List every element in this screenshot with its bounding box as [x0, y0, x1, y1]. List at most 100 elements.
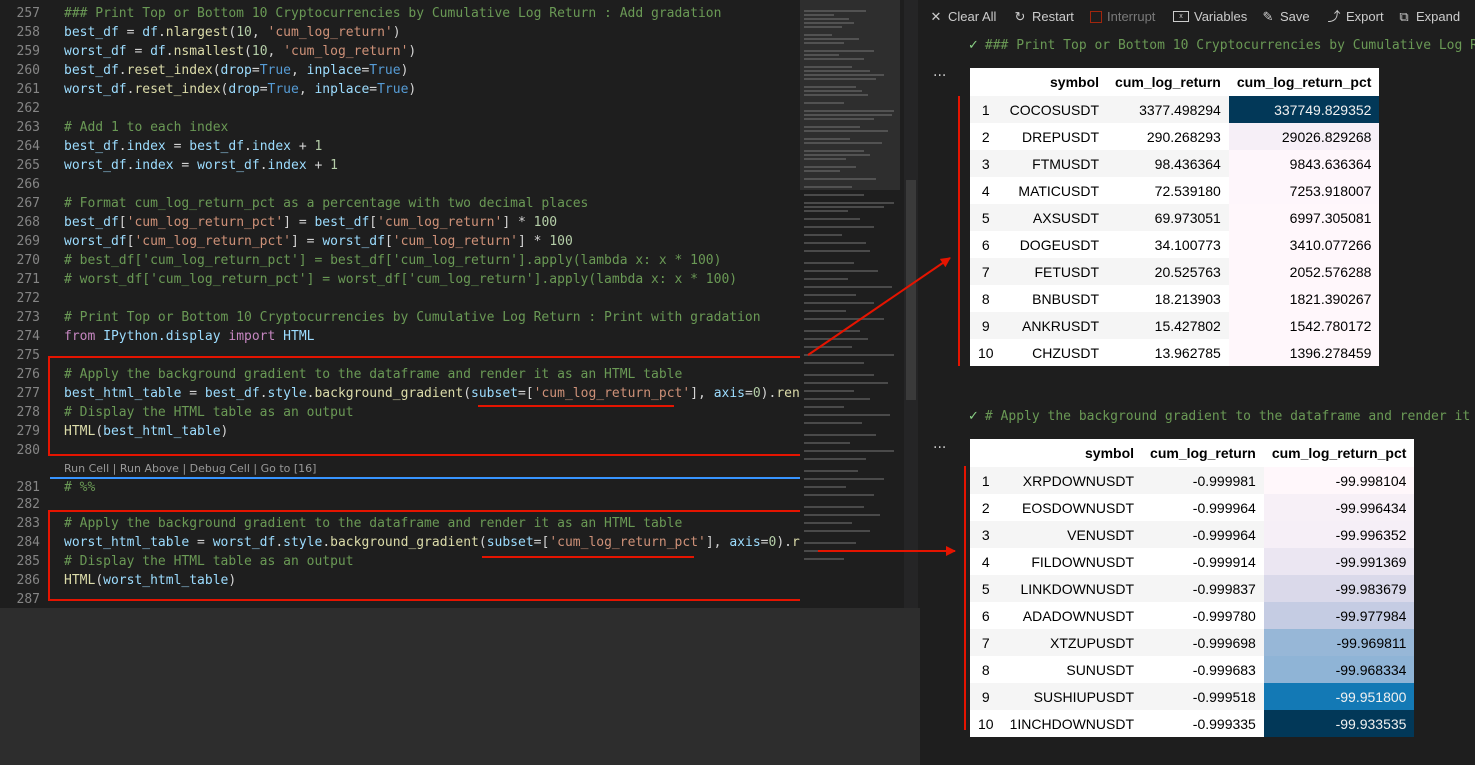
row-index: 7	[981, 263, 990, 280]
interactive-toolbar: ✕ Clear All ↻ Restart Interrupt x Variables…	[920, 0, 1475, 34]
column-header: cum_log_return	[1150, 445, 1256, 461]
cell-more-actions-icon[interactable]: ···	[933, 68, 946, 84]
symbol-cell: FTMUSDT	[1032, 155, 1100, 172]
code-line-260[interactable]: best_df.reset_index(drop=True, inplace=T…	[64, 61, 408, 80]
line-number: 276	[16, 367, 40, 382]
cum-log-return-cell: -0.999964	[1192, 499, 1256, 516]
minimap-slider[interactable]	[800, 0, 900, 190]
codelens-run-cell[interactable]: Run Cell | Run Above | Debug Cell | Go t…	[64, 462, 316, 475]
code-line-258[interactable]: best_df = df.nlargest(10, 'cum_log_retur…	[64, 23, 401, 42]
table-row: 3 VENUSDT -0.999964 -99.996352	[970, 521, 1415, 548]
success-check-icon: ✓	[968, 38, 979, 53]
minimap-line	[804, 558, 844, 560]
cum-log-return-cell: -0.999914	[1192, 553, 1256, 570]
minimap-line	[804, 422, 862, 424]
table-row: 10 CHZUSDT 13.962785 1396.278459	[970, 339, 1380, 366]
cum-log-return-pct-cell: -99.977984	[1263, 602, 1415, 629]
minimap-line	[804, 262, 854, 264]
cum-log-return-pct-cell: -99.969811	[1263, 629, 1415, 656]
code-line-269[interactable]: worst_df['cum_log_return_pct'] = worst_d…	[64, 232, 573, 251]
cell-header-best[interactable]: ✓ ### Print Top or Bottom 10 Cryptocurren…	[968, 38, 1475, 53]
minimap-line	[804, 450, 894, 452]
cell-more-actions-icon[interactable]: ···	[933, 440, 946, 456]
code-line-273[interactable]: # Print Top or Bottom 10 Cryptocurrencie…	[64, 308, 761, 327]
line-number: 263	[16, 120, 40, 135]
code-editor[interactable]: 257 258 259 260 261 262 263 264 265 266 267 268 269 2…	[0, 0, 800, 608]
symbol-cell: ANKRUSDT	[1022, 317, 1100, 334]
minimap-line	[804, 382, 888, 384]
minimap-line	[804, 550, 888, 552]
symbol-cell: 1INCHDOWNUSDT	[1009, 715, 1135, 732]
minimap-line	[804, 278, 848, 280]
restart-button[interactable]: ↻ Restart	[1013, 9, 1074, 24]
row-index: 10	[978, 344, 994, 361]
clear-all-button[interactable]: ✕ Clear All	[929, 9, 997, 24]
code-line-257[interactable]: ### Print Top or Bottom 10 Cryptocurrenc…	[64, 4, 721, 23]
variables-button[interactable]: x Variables	[1173, 9, 1247, 24]
cum-log-return-cell: -0.999780	[1192, 607, 1256, 624]
code-line-259[interactable]: worst_df = df.nsmallest(10, 'cum_log_ret…	[64, 42, 416, 61]
minimap-line	[804, 330, 860, 332]
symbol-cell: MATICUSDT	[1018, 182, 1100, 199]
code-line-270[interactable]: # best_df['cum_log_return_pct'] = best_d…	[64, 251, 721, 270]
row-index: 5	[981, 580, 990, 597]
cum-log-return-pct-cell: 6997.305081	[1228, 204, 1380, 231]
save-button[interactable]: ✎ Save	[1261, 9, 1310, 24]
minimap-line	[804, 310, 846, 312]
expand-icon: ⧉	[1399, 8, 1409, 24]
cum-log-return-cell: 13.962785	[1154, 344, 1221, 361]
cum-log-return-pct-cell: -99.968334	[1263, 656, 1415, 683]
table-row: 2 EOSDOWNUSDT -0.999964 -99.996434	[970, 494, 1415, 521]
row-index: 2	[981, 128, 990, 145]
minimap-line	[804, 242, 866, 244]
cum-log-return-cell: 98.436364	[1154, 155, 1221, 172]
code-line-267[interactable]: # Format cum_log_return_pct as a percent…	[64, 194, 588, 213]
code-line-268[interactable]: best_df['cum_log_return_pct'] = best_df[…	[64, 213, 557, 232]
symbol-cell: DOGEUSDT	[1019, 236, 1100, 253]
code-line-264[interactable]: best_df.index = best_df.index + 1	[64, 137, 322, 156]
line-number: 268	[16, 215, 40, 230]
minimap-line	[804, 250, 870, 252]
success-check-icon: ✓	[968, 409, 979, 424]
column-header: symbol	[1050, 74, 1100, 90]
code-line-274[interactable]: from IPython.display import HTML	[64, 327, 314, 346]
export-button[interactable]: ⤴ Export	[1327, 8, 1383, 24]
table-row: 10 1INCHDOWNUSDT -0.999335 -99.933535	[970, 710, 1415, 737]
code-line-265[interactable]: worst_df.index = worst_df.index + 1	[64, 156, 338, 175]
export-icon: ⤴	[1327, 8, 1341, 24]
row-index: 4	[981, 553, 990, 570]
code-line-271[interactable]: # worst_df['cum_log_return_pct'] = worst…	[64, 270, 737, 289]
line-number: 282	[16, 497, 40, 512]
code-line-263[interactable]: # Add 1 to each index	[64, 118, 228, 137]
table-row: 2 DREPUSDT 290.268293 29026.829268	[970, 123, 1380, 150]
symbol-cell: CHZUSDT	[1032, 344, 1100, 361]
code-line-261[interactable]: worst_df.reset_index(drop=True, inplace=…	[64, 80, 416, 99]
code-line-281[interactable]: # %%	[64, 478, 95, 497]
minimap-line	[804, 202, 894, 204]
row-index: 3	[981, 155, 990, 172]
cell-header-worst[interactable]: ✓ # Apply the background gradient to the …	[968, 409, 1470, 424]
row-index: 10	[978, 715, 994, 732]
interrupt-button[interactable]: Interrupt	[1090, 9, 1155, 24]
minimap-line	[804, 346, 852, 348]
cum-log-return-pct-cell: -99.991369	[1263, 548, 1415, 575]
minimap-line	[804, 530, 870, 532]
expand-button[interactable]: ⧉ Expand	[1397, 9, 1460, 24]
minimap-line	[804, 218, 860, 220]
annotation-box-best	[48, 356, 800, 456]
cum-log-return-pct-cell: 3410.077266	[1228, 231, 1380, 258]
column-header: cum_log_return_pct	[1271, 445, 1407, 461]
table-row: 7 XTZUPUSDT -0.999698 -99.969811	[970, 629, 1415, 656]
minimap-line	[804, 494, 874, 496]
minimap-line	[804, 478, 884, 480]
line-number: 286	[16, 573, 40, 588]
minimap-line	[804, 194, 864, 196]
cum-log-return-pct-cell: 2052.576288	[1228, 258, 1380, 285]
cum-log-return-cell: 290.268293	[1146, 128, 1221, 145]
worst-dataframe-output: symbol cum_log_return cum_log_return_pct 1…	[970, 439, 1415, 737]
line-number: 280	[16, 443, 40, 458]
index-header	[970, 439, 1002, 467]
best-dataframe-output: symbol cum_log_return cum_log_return_pct 1…	[970, 68, 1380, 366]
minimap-line	[804, 362, 864, 364]
editor-scrollbar-thumb[interactable]	[906, 180, 916, 400]
